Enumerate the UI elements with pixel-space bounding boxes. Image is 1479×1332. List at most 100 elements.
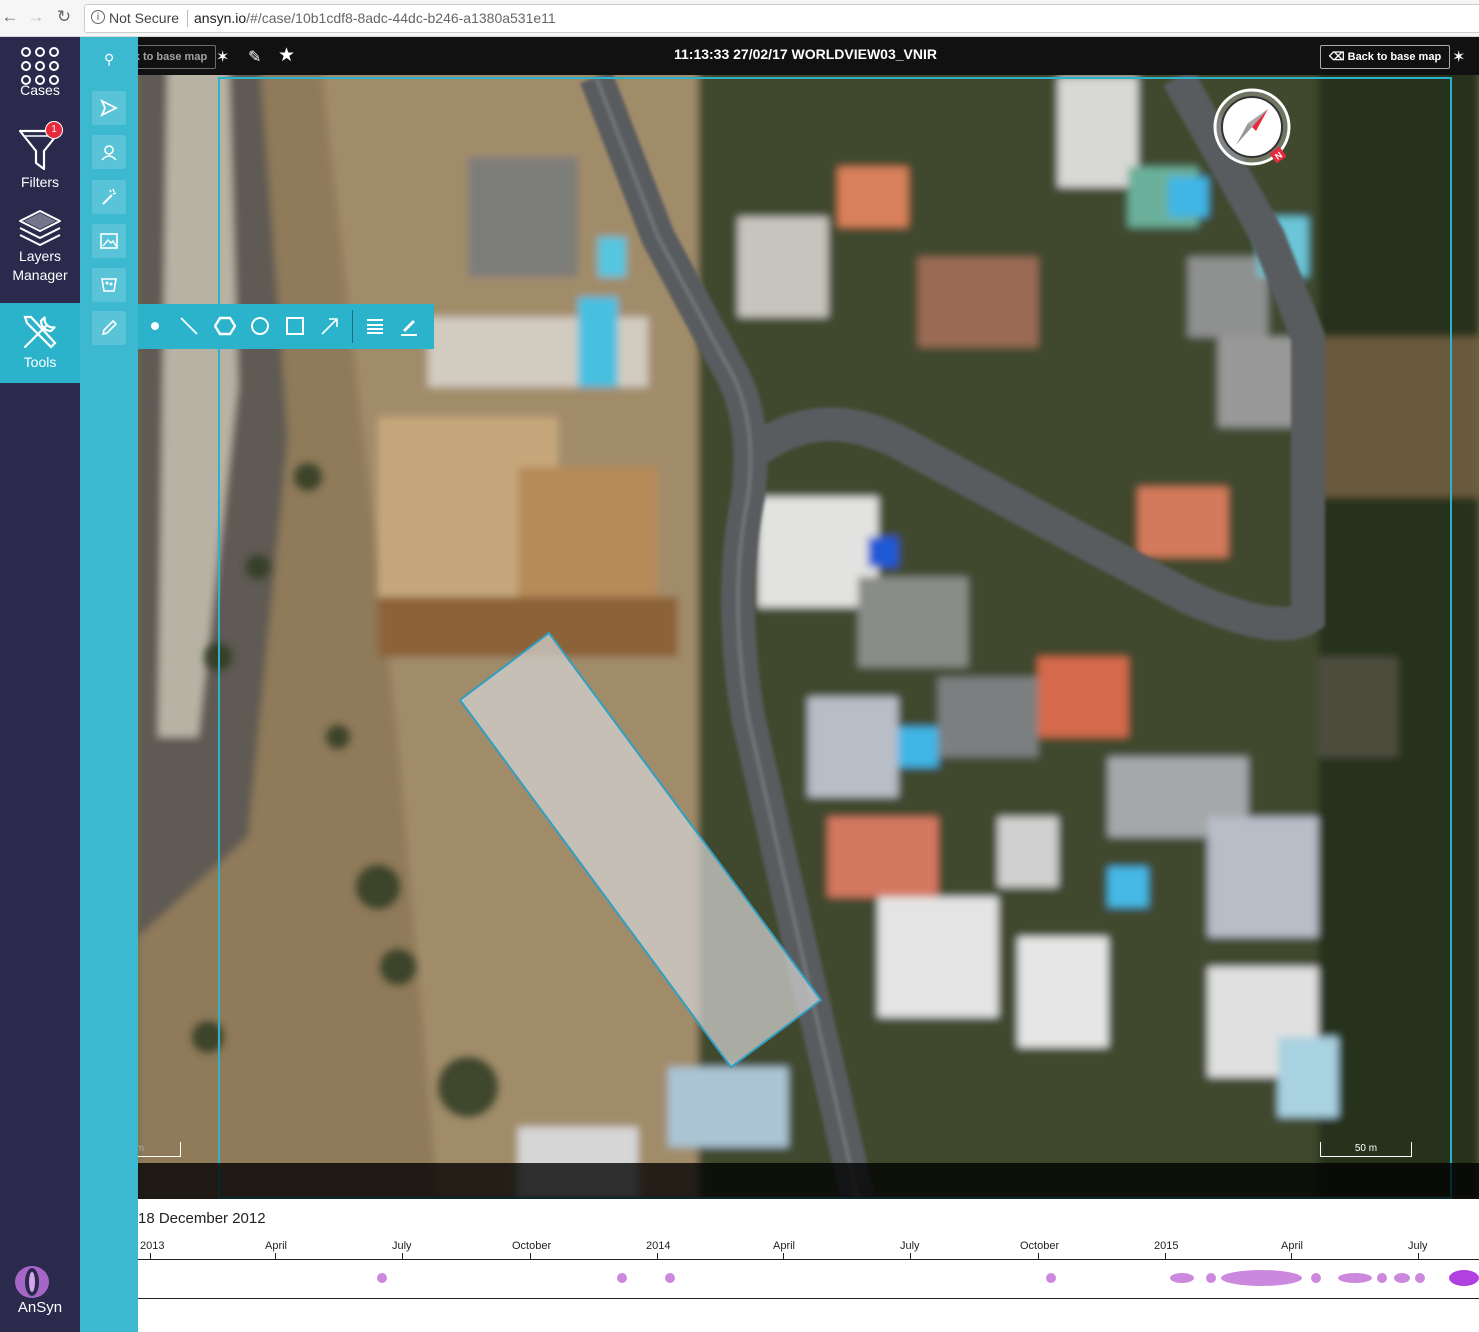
map-top-bar: ⌫ Back to base map ✶ ✎ ★ 11:13:33 27/02/… (138, 37, 1479, 75)
tl-label-april-2015: April (1281, 1240, 1304, 1252)
image-processing-button[interactable] (92, 224, 126, 258)
nav-label-cases: Cases (20, 82, 60, 98)
nav-label-tools: Tools (23, 354, 57, 370)
tl-label-october-2014: October (1020, 1240, 1060, 1252)
timeline-baseline (138, 1298, 1479, 1299)
draw-circle-button[interactable] (247, 313, 273, 339)
tl-tick (1418, 1253, 1419, 1259)
fill-color-button[interactable] (396, 313, 422, 339)
compass[interactable]: N (1212, 87, 1292, 167)
back-to-base-map-button-right[interactable]: ⌫ Back to base map (1320, 45, 1451, 69)
security-label: Not Secure (109, 10, 180, 26)
nav-label-layers: Layers (18, 248, 62, 264)
location-button[interactable] (92, 135, 126, 169)
tl-tick (402, 1253, 403, 1259)
tl-tick (910, 1253, 911, 1259)
go-to-icon (100, 99, 119, 117)
map-bottom-band (138, 1163, 1479, 1199)
back-right-label: Back to base map (1347, 51, 1442, 63)
map-title: 11:13:33 27/02/17 WORLDVIEW03_VNIR (673, 46, 937, 62)
pencil-icon (101, 319, 118, 336)
draw-line-button[interactable] (176, 313, 202, 339)
palette-icon (101, 278, 117, 292)
url-host: ansyn.io (194, 10, 247, 26)
tl-tick (657, 1253, 658, 1259)
browser-toolbar: ← → ↻ i Not Secure ansyn.io/#/case/10b1c… (0, 0, 1479, 37)
timeline-event[interactable] (665, 1273, 675, 1283)
timeline-event-cluster[interactable] (1221, 1270, 1302, 1286)
layers-toggle-icon-right[interactable]: ✶ (1452, 47, 1465, 67)
timeline-event[interactable] (617, 1273, 627, 1283)
tl-label-april-2013: April (265, 1240, 288, 1252)
tools-panel: ⚲ (80, 37, 138, 1332)
scale-bar-left: 50 m (138, 1142, 181, 1157)
tl-label-april-2014: April (773, 1240, 796, 1252)
circle-icon (251, 317, 269, 335)
nav-item-filters[interactable]: Filters (0, 119, 80, 201)
map-viewer[interactable]: ⌫ Back to base map ✶ ✎ ★ 11:13:33 27/02/… (138, 37, 1479, 1199)
ansyn-logo[interactable]: AnSyn (0, 1266, 80, 1317)
tl-tick (1291, 1253, 1292, 1259)
address-bar[interactable]: i Not Secure ansyn.io/#/case/10b1cdf8-8a… (84, 4, 1479, 33)
tl-tick (1165, 1253, 1166, 1259)
palette-button[interactable] (92, 268, 126, 302)
info-icon[interactable]: i (91, 10, 105, 24)
timeline-event[interactable] (1311, 1273, 1321, 1283)
brush-icon (401, 320, 417, 336)
draw-point-button[interactable] (142, 313, 168, 339)
timeline[interactable]: 18 December 2012 2013 April July October… (138, 1199, 1479, 1332)
go-to-button[interactable] (92, 91, 126, 125)
url-text[interactable]: ansyn.io/#/case/10b1cdf8-8adc-44dc-b246-… (194, 10, 556, 26)
timeline-axis (138, 1259, 1479, 1260)
tl-label-2015: 2015 (1154, 1240, 1179, 1252)
magic-wand-icon (102, 188, 117, 205)
timeline-event-selected[interactable] (1449, 1270, 1479, 1286)
tools-icon (23, 315, 57, 349)
line-style-button[interactable] (362, 313, 388, 339)
annotation-toolbar (138, 304, 434, 349)
timeline-event[interactable] (1206, 1273, 1216, 1283)
draw-rectangle-button[interactable] (282, 313, 308, 339)
arrow-right-icon[interactable]: → (26, 7, 46, 27)
location-pin-icon (101, 145, 117, 161)
reload-icon[interactable]: ↻ (54, 7, 74, 27)
nav-item-tools[interactable]: Tools (0, 303, 80, 383)
scale-bar-right: 50 m (1320, 1142, 1412, 1157)
tl-tick (275, 1253, 276, 1259)
timeline-event[interactable] (1046, 1273, 1056, 1283)
url-divider (187, 10, 188, 27)
tl-label-2013: 2013 (140, 1240, 165, 1252)
auto-image-button[interactable] (92, 180, 126, 214)
timeline-event[interactable] (1394, 1273, 1410, 1283)
tl-label-july-2015: July (1408, 1240, 1428, 1252)
timeline-current-date: 18 December 2012 (138, 1210, 266, 1227)
arrow-left-icon[interactable]: ← (0, 7, 20, 27)
filter-count-badge: 1 (45, 121, 63, 139)
tl-tick (1038, 1253, 1039, 1259)
draw-polygon-button[interactable] (212, 313, 238, 339)
url-path: /#/case/10b1cdf8-8adc-44dc-b246-a1380a53… (246, 10, 556, 26)
timeline-event-cluster[interactable] (1338, 1273, 1372, 1283)
pin-icon[interactable]: ⚲ (104, 51, 114, 68)
tl-label-october-2013: October (512, 1240, 552, 1252)
nav-item-cases[interactable]: Cases (0, 37, 80, 119)
annotations-button[interactable] (92, 311, 126, 345)
line-icon (180, 317, 198, 335)
tl-label-july-2013: July (392, 1240, 412, 1252)
tl-tick (783, 1253, 784, 1259)
toolbar-divider (352, 310, 353, 343)
satellite-imagery (138, 37, 1479, 1199)
timeline-event-cluster[interactable] (1170, 1273, 1194, 1283)
nav-item-layers-manager[interactable]: Layers Manager (0, 201, 80, 291)
nav-label-filters: Filters (20, 174, 60, 190)
draw-arrow-button[interactable] (317, 313, 343, 339)
timeline-event[interactable] (1377, 1273, 1387, 1283)
tl-tick (530, 1253, 531, 1259)
tl-label-july-2014: July (900, 1240, 920, 1252)
image-icon (100, 233, 118, 249)
timeline-event[interactable] (1415, 1273, 1425, 1283)
ansyn-eye-icon (15, 1266, 49, 1298)
tl-label-2014: 2014 (646, 1240, 671, 1252)
left-nav: Cases Filters 1 Layers Manager Tools AnS… (0, 37, 80, 1332)
timeline-event[interactable] (377, 1273, 387, 1283)
